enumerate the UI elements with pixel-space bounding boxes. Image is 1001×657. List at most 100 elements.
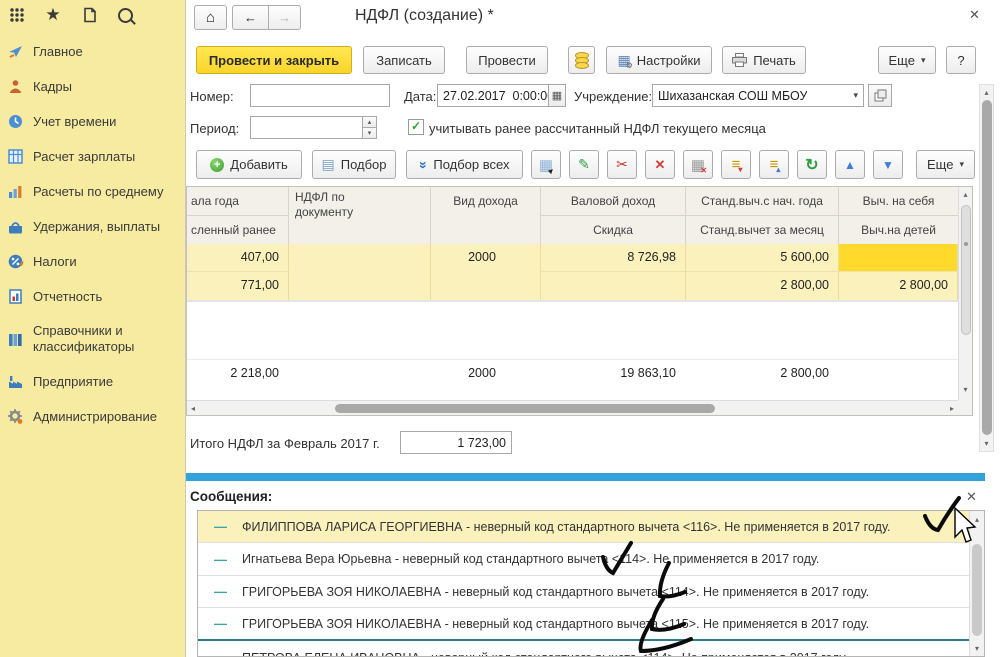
message-item[interactable]: — ПЕТРОВА ЕЛЕНА ИВАНОВНА - неверный код … — [198, 641, 969, 657]
date-calendar-button[interactable]: ▦ — [548, 84, 566, 107]
move-level-down-button[interactable]: ≡▾ — [721, 150, 751, 179]
settings-button[interactable]: ▦⚙ Настройки — [606, 46, 712, 74]
sidebar-item-raschety-po-srednemu[interactable]: Расчеты по среднему — [0, 174, 186, 209]
number-label: Номер: — [190, 89, 234, 104]
col-header-ndfl-po-dokumentu[interactable]: НДФЛ по документу — [289, 187, 431, 244]
edit-row-button[interactable]: ✎ — [569, 150, 599, 179]
print-button[interactable]: Печать — [722, 46, 806, 74]
period-input[interactable] — [250, 116, 363, 139]
post-and-close-button[interactable]: Провести и закрыть — [196, 46, 352, 74]
table-cursor-icon: ▦▲ — [539, 156, 553, 174]
move-level-up-button[interactable]: ≡▴ — [759, 150, 789, 179]
period-spin-down[interactable]: ▾ — [362, 127, 377, 139]
post-button[interactable]: Провести — [466, 46, 548, 74]
message-dash-icon: — — [214, 552, 228, 567]
messages-scrollbar[interactable]: ▴ ▾ — [969, 511, 984, 656]
sidebar-item-glavnoe[interactable]: Главное — [0, 34, 186, 69]
add-row-button[interactable]: + Добавить — [196, 150, 302, 179]
scrollbar-thumb[interactable] — [335, 404, 715, 413]
sidebar-item-predpriyatie[interactable]: Предприятие — [0, 364, 186, 399]
favorites-star-icon[interactable]: ★ — [43, 5, 63, 25]
app-window: ★ Главное Кадры Учет времени Расчет зарп… — [0, 0, 1001, 657]
pick-button[interactable]: ▤ Подбор — [312, 150, 396, 179]
col-header-valovoy-dohod[interactable]: Валовой доход Скидка — [541, 187, 686, 244]
refresh-button[interactable]: ↻ — [797, 150, 827, 179]
postings-coins-icon — [575, 52, 589, 69]
table-row[interactable]: 407,00 2000 8 726,98 5 600,00 — [187, 244, 958, 272]
page-title: НДФЛ (создание) * — [355, 7, 494, 25]
write-button[interactable]: Записать — [363, 46, 445, 74]
org-dropdown-icon[interactable]: ▾ — [853, 90, 858, 101]
move-up-button[interactable]: ▲ — [835, 150, 865, 179]
scroll-up-icon[interactable]: ▴ — [959, 190, 972, 199]
number-input[interactable] — [250, 84, 390, 107]
message-item[interactable]: — Игнатьева Вера Юрьевна - неверный код … — [198, 543, 969, 576]
scroll-down-icon[interactable]: ▾ — [970, 644, 984, 653]
help-button[interactable]: ? — [946, 46, 976, 74]
messages-close-icon[interactable]: ✕ — [966, 489, 977, 505]
scrollbar-thumb[interactable] — [982, 100, 992, 435]
org-combobox[interactable]: Шихазанская СОШ МБОУ ▾ — [652, 84, 864, 107]
sidebar-item-nalogi[interactable]: Налоги — [0, 244, 186, 279]
top-panel: ★ — [0, 0, 186, 30]
form-vertical-scrollbar[interactable]: ▴ ▾ — [979, 84, 994, 452]
pick-all-button[interactable]: » Подбор всех — [406, 150, 523, 179]
sidebar-item-kadry[interactable]: Кадры — [0, 69, 186, 104]
table-vertical-scrollbar[interactable]: ▴ ▾ — [958, 187, 972, 400]
table-more-button[interactable]: Еще▾ — [916, 150, 975, 179]
scrollbar-thumb[interactable] — [972, 544, 982, 636]
search-icon[interactable] — [115, 5, 135, 25]
list-arrow-down-icon: ≡▾ — [732, 156, 741, 173]
move-down-button[interactable]: ▼ — [873, 150, 903, 179]
message-item[interactable]: — ГРИГОРЬЕВА ЗОЯ НИКОЛАЕВНА - неверный к… — [198, 576, 969, 608]
cut-button[interactable]: ✂ — [607, 150, 637, 179]
total-input[interactable]: 1 723,00 — [400, 431, 512, 454]
add-plus-icon: + — [210, 158, 224, 172]
message-item[interactable]: — ФИЛИППОВА ЛАРИСА ГЕОРГИЕВНА - неверный… — [198, 511, 969, 543]
col-header-vid-dohoda[interactable]: Вид дохода — [431, 187, 541, 244]
window-close-icon[interactable]: ✕ — [969, 7, 980, 23]
consider-checkbox[interactable]: ✓ — [408, 119, 424, 135]
scroll-down-icon[interactable]: ▾ — [980, 439, 993, 448]
org-open-button[interactable] — [868, 84, 892, 107]
postings-button[interactable] — [568, 46, 595, 74]
table-row[interactable]: 771,00 2 800,00 2 800,00 — [187, 272, 958, 301]
sidebar-item-uderzhaniya-vyplaty[interactable]: Удержания, выплаты — [0, 209, 186, 244]
scroll-up-icon[interactable]: ▴ — [980, 88, 993, 97]
forward-button[interactable]: → — [268, 5, 301, 30]
table-row[interactable]: 2 218,00 2000 19 863,10 2 800,00 — [187, 359, 958, 386]
scroll-down-icon[interactable]: ▾ — [959, 385, 972, 394]
sidebar-item-raschet-zarplaty[interactable]: Расчет зарплаты — [0, 139, 186, 174]
back-button[interactable]: ← — [232, 5, 269, 30]
scroll-right-icon[interactable]: ▸ — [950, 404, 954, 413]
active-cell[interactable] — [839, 244, 958, 272]
col-header-1[interactable]: ала года сленный ранее — [187, 187, 289, 244]
scrollbar-thumb[interactable] — [961, 205, 971, 335]
fill-table-button[interactable]: ▦▲ — [531, 150, 561, 179]
scroll-left-icon[interactable]: ◂ — [191, 404, 195, 413]
sidebar-item-administrirovanie[interactable]: Администрирование — [0, 399, 186, 434]
col-header-stand-vych[interactable]: Станд.выч.с нач. года Станд.вычет за мес… — [686, 187, 839, 244]
delete-all-button[interactable]: ▦✕ — [683, 150, 713, 179]
form-more-button[interactable]: Еще▾ — [878, 46, 936, 74]
col-header-vych[interactable]: Выч. на себя Выч.на детей — [839, 187, 958, 244]
checkmark-icon: ✓ — [411, 119, 421, 133]
table-horizontal-scrollbar[interactable]: ◂ ▸ — [187, 400, 958, 415]
sidebar-item-otchetnost[interactable]: Отчетность — [0, 279, 186, 314]
scissors-icon: ✂ — [616, 156, 628, 173]
date-input[interactable]: 27.02.2017 0:00:00 — [437, 84, 549, 107]
reference-books-icon — [7, 331, 24, 348]
menu-icon[interactable] — [7, 5, 27, 25]
home-button[interactable]: ⌂ — [194, 5, 227, 30]
history-icon[interactable] — [79, 5, 99, 25]
sidebar-item-uchet-vremeni[interactable]: Учет времени — [0, 104, 186, 139]
delete-row-button[interactable]: ✕ — [645, 150, 675, 179]
delete-x-icon: ✕ — [655, 157, 666, 173]
pick-doc-icon: ▤ — [321, 156, 334, 173]
purse-icon — [7, 218, 24, 235]
sidebar-item-spravochniki[interactable]: Справочники и классификаторы — [0, 314, 186, 364]
panel-divider[interactable] — [186, 473, 985, 481]
scroll-up-icon[interactable]: ▴ — [970, 515, 984, 524]
table-header: ала года сленный ранее НДФЛ по документу… — [187, 187, 958, 245]
message-item[interactable]: — ГРИГОРЬЕВА ЗОЯ НИКОЛАЕВНА - неверный к… — [198, 608, 969, 641]
